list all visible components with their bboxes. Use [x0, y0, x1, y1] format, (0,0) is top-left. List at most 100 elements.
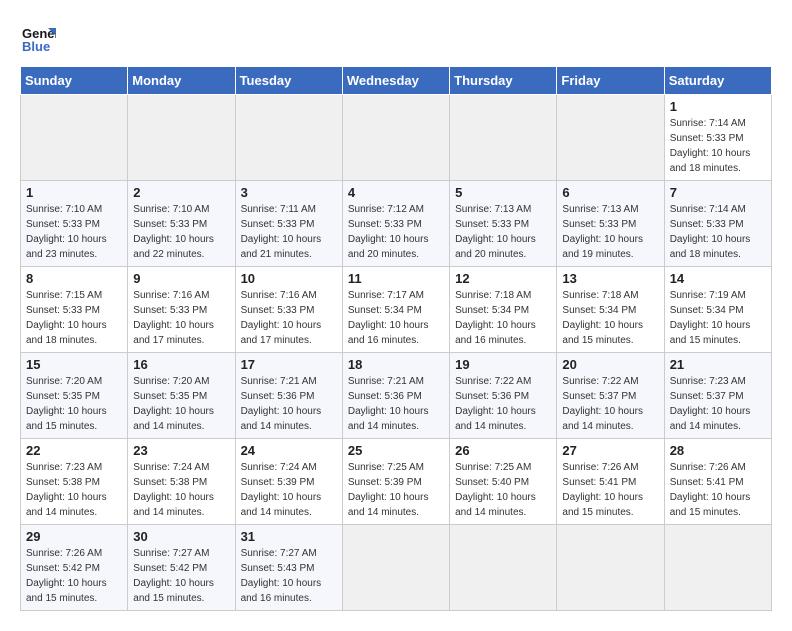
day-info: Sunrise: 7:24 AMSunset: 5:38 PMDaylight:… — [133, 460, 229, 520]
day-info: Sunrise: 7:27 AMSunset: 5:43 PMDaylight:… — [241, 546, 337, 606]
column-header-saturday: Saturday — [664, 67, 771, 95]
day-info: Sunrise: 7:20 AMSunset: 5:35 PMDaylight:… — [133, 374, 229, 434]
calendar-day-cell — [342, 95, 449, 181]
calendar-day-cell: 9 Sunrise: 7:16 AMSunset: 5:33 PMDaylight… — [128, 267, 235, 353]
calendar-day-cell: 6 Sunrise: 7:13 AMSunset: 5:33 PMDaylight… — [557, 181, 664, 267]
day-info: Sunrise: 7:10 AMSunset: 5:33 PMDaylight:… — [26, 202, 122, 262]
column-header-monday: Monday — [128, 67, 235, 95]
calendar-day-cell: 28Sunrise: 7:26 AMSunset: 5:41 PMDayligh… — [664, 439, 771, 525]
day-info: Sunrise: 7:20 AMSunset: 5:35 PMDaylight:… — [26, 374, 122, 434]
calendar-day-cell: 20 Sunrise: 7:22 AMSunset: 5:37 PMDayligh… — [557, 353, 664, 439]
calendar-day-cell: 29 Sunrise: 7:26 AMSunset: 5:42 PMDayligh… — [21, 525, 128, 611]
calendar-day-cell — [450, 525, 557, 611]
calendar-day-cell: 21Sunrise: 7:23 AMSunset: 5:37 PMDayligh… — [664, 353, 771, 439]
calendar-day-cell: 18Sunrise: 7:21 AMSunset: 5:36 PMDayligh… — [342, 353, 449, 439]
day-number: 13 — [562, 271, 658, 286]
column-header-friday: Friday — [557, 67, 664, 95]
day-number: 9 — [133, 271, 229, 286]
calendar-day-cell — [664, 525, 771, 611]
day-number: 28 — [670, 443, 766, 458]
calendar-day-cell: 1Sunrise: 7:14 AMSunset: 5:33 PMDaylight… — [664, 95, 771, 181]
day-info: Sunrise: 7:14 AMSunset: 5:33 PMDaylight:… — [670, 116, 766, 176]
calendar-week-5: 22 Sunrise: 7:23 AMSunset: 5:38 PMDayligh… — [21, 439, 772, 525]
calendar-day-cell — [21, 95, 128, 181]
day-number: 11 — [348, 271, 444, 286]
day-info: Sunrise: 7:23 AMSunset: 5:37 PMDaylight:… — [670, 374, 766, 434]
day-info: Sunrise: 7:18 AMSunset: 5:34 PMDaylight:… — [455, 288, 551, 348]
calendar-day-cell: 26Sunrise: 7:25 AMSunset: 5:40 PMDayligh… — [450, 439, 557, 525]
calendar-day-cell: 30Sunrise: 7:27 AMSunset: 5:42 PMDayligh… — [128, 525, 235, 611]
calendar-week-4: 15 Sunrise: 7:20 AMSunset: 5:35 PMDayligh… — [21, 353, 772, 439]
calendar-day-cell: 13 Sunrise: 7:18 AMSunset: 5:34 PMDayligh… — [557, 267, 664, 353]
day-number: 24 — [241, 443, 337, 458]
calendar-week-6: 29 Sunrise: 7:26 AMSunset: 5:42 PMDayligh… — [21, 525, 772, 611]
calendar-day-cell: 22 Sunrise: 7:23 AMSunset: 5:38 PMDayligh… — [21, 439, 128, 525]
day-info: Sunrise: 7:23 AMSunset: 5:38 PMDaylight:… — [26, 460, 122, 520]
day-number: 19 — [455, 357, 551, 372]
day-number: 10 — [241, 271, 337, 286]
day-info: Sunrise: 7:25 AMSunset: 5:39 PMDaylight:… — [348, 460, 444, 520]
calendar-day-cell: 15 Sunrise: 7:20 AMSunset: 5:35 PMDayligh… — [21, 353, 128, 439]
calendar-day-cell — [342, 525, 449, 611]
day-info: Sunrise: 7:16 AMSunset: 5:33 PMDaylight:… — [241, 288, 337, 348]
calendar-day-cell: 27Sunrise: 7:26 AMSunset: 5:41 PMDayligh… — [557, 439, 664, 525]
day-number: 20 — [562, 357, 658, 372]
calendar-day-cell: 24 Sunrise: 7:24 AMSunset: 5:39 PMDayligh… — [235, 439, 342, 525]
day-info: Sunrise: 7:22 AMSunset: 5:36 PMDaylight:… — [455, 374, 551, 434]
calendar-day-cell: 11 Sunrise: 7:17 AMSunset: 5:34 PMDayligh… — [342, 267, 449, 353]
svg-text:Blue: Blue — [22, 39, 50, 54]
calendar-day-cell: 8 Sunrise: 7:15 AMSunset: 5:33 PMDaylight… — [21, 267, 128, 353]
day-info: Sunrise: 7:19 AMSunset: 5:34 PMDaylight:… — [670, 288, 766, 348]
day-info: Sunrise: 7:18 AMSunset: 5:34 PMDaylight:… — [562, 288, 658, 348]
day-info: Sunrise: 7:16 AMSunset: 5:33 PMDaylight:… — [133, 288, 229, 348]
day-number: 5 — [455, 185, 551, 200]
day-info: Sunrise: 7:10 AMSunset: 5:33 PMDaylight:… — [133, 202, 229, 262]
day-number: 16 — [133, 357, 229, 372]
calendar-day-cell: 4Sunrise: 7:12 AMSunset: 5:33 PMDaylight… — [342, 181, 449, 267]
calendar-day-cell: 3Sunrise: 7:11 AMSunset: 5:33 PMDaylight… — [235, 181, 342, 267]
day-info: Sunrise: 7:13 AMSunset: 5:33 PMDaylight:… — [455, 202, 551, 262]
calendar-table: SundayMondayTuesdayWednesdayThursdayFrid… — [20, 66, 772, 611]
day-number: 26 — [455, 443, 551, 458]
day-info: Sunrise: 7:22 AMSunset: 5:37 PMDaylight:… — [562, 374, 658, 434]
calendar-day-cell: 16 Sunrise: 7:20 AMSunset: 5:35 PMDayligh… — [128, 353, 235, 439]
day-info: Sunrise: 7:24 AMSunset: 5:39 PMDaylight:… — [241, 460, 337, 520]
calendar-day-cell — [557, 95, 664, 181]
calendar-day-cell: 31Sunrise: 7:27 AMSunset: 5:43 PMDayligh… — [235, 525, 342, 611]
day-info: Sunrise: 7:14 AMSunset: 5:33 PMDaylight:… — [670, 202, 766, 262]
calendar-day-cell: 19 Sunrise: 7:22 AMSunset: 5:36 PMDayligh… — [450, 353, 557, 439]
day-number: 14 — [670, 271, 766, 286]
day-info: Sunrise: 7:15 AMSunset: 5:33 PMDaylight:… — [26, 288, 122, 348]
day-number: 27 — [562, 443, 658, 458]
column-header-wednesday: Wednesday — [342, 67, 449, 95]
day-number: 8 — [26, 271, 122, 286]
day-number: 12 — [455, 271, 551, 286]
calendar-day-cell — [450, 95, 557, 181]
day-number: 29 — [26, 529, 122, 544]
day-info: Sunrise: 7:13 AMSunset: 5:33 PMDaylight:… — [562, 202, 658, 262]
day-number: 30 — [133, 529, 229, 544]
day-number: 6 — [562, 185, 658, 200]
day-info: Sunrise: 7:17 AMSunset: 5:34 PMDaylight:… — [348, 288, 444, 348]
calendar-day-cell: 1Sunrise: 7:10 AMSunset: 5:33 PMDaylight… — [21, 181, 128, 267]
calendar-day-cell: 23Sunrise: 7:24 AMSunset: 5:38 PMDayligh… — [128, 439, 235, 525]
calendar-week-2: 1Sunrise: 7:10 AMSunset: 5:33 PMDaylight… — [21, 181, 772, 267]
calendar-week-1: 1Sunrise: 7:14 AMSunset: 5:33 PMDaylight… — [21, 95, 772, 181]
day-number: 25 — [348, 443, 444, 458]
day-number: 15 — [26, 357, 122, 372]
logo-icon: General Blue — [20, 20, 56, 56]
day-info: Sunrise: 7:21 AMSunset: 5:36 PMDaylight:… — [241, 374, 337, 434]
day-number: 3 — [241, 185, 337, 200]
logo: General Blue — [20, 20, 60, 56]
calendar-day-cell: 14 Sunrise: 7:19 AMSunset: 5:34 PMDayligh… — [664, 267, 771, 353]
calendar-day-cell — [128, 95, 235, 181]
page-header: General Blue — [20, 20, 772, 56]
day-number: 17 — [241, 357, 337, 372]
calendar-day-cell: 17 Sunrise: 7:21 AMSunset: 5:36 PMDayligh… — [235, 353, 342, 439]
day-number: 22 — [26, 443, 122, 458]
calendar-day-cell — [557, 525, 664, 611]
column-header-tuesday: Tuesday — [235, 67, 342, 95]
calendar-day-cell: 12 Sunrise: 7:18 AMSunset: 5:34 PMDayligh… — [450, 267, 557, 353]
day-info: Sunrise: 7:21 AMSunset: 5:36 PMDaylight:… — [348, 374, 444, 434]
day-info: Sunrise: 7:26 AMSunset: 5:42 PMDaylight:… — [26, 546, 122, 606]
